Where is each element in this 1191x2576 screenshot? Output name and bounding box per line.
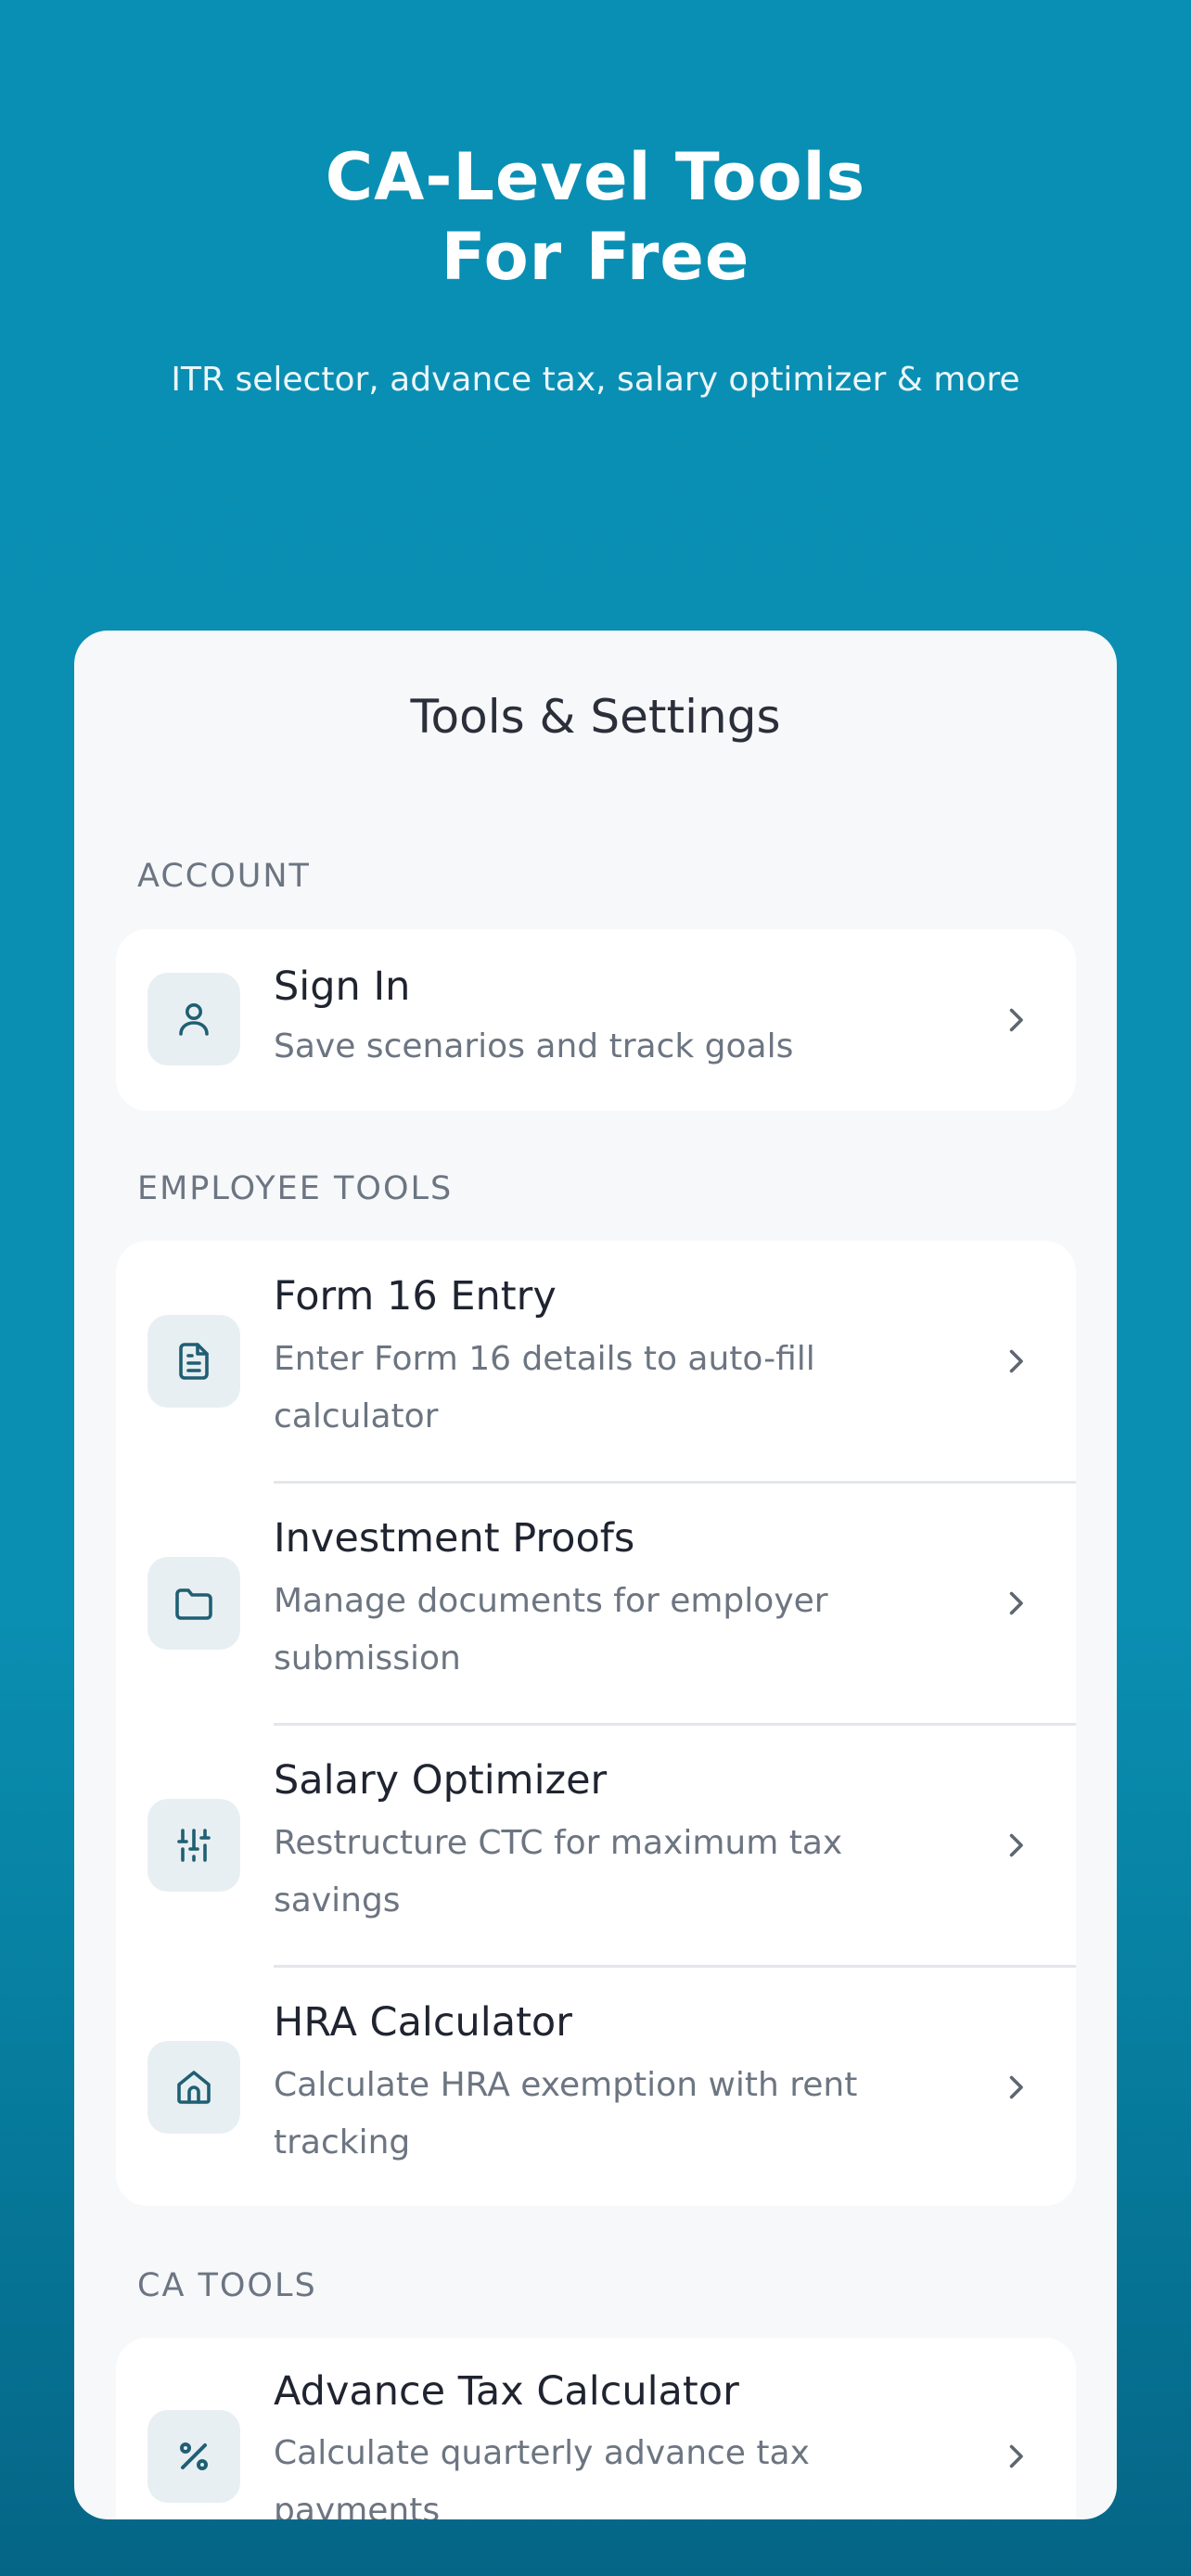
employee-tools-card: Form 16 Entry Enter Form 16 details to a…	[116, 1241, 1076, 2206]
section-label-employee-tools: EMPLOYEE TOOLS	[137, 1170, 454, 1207]
section-label-ca-tools: CA TOOLS	[137, 2267, 317, 2304]
row-title: Investment Proofs	[274, 1515, 635, 1562]
chevron-right-icon	[997, 1001, 1034, 1039]
percent-icon	[147, 2410, 240, 2503]
home-icon	[147, 2041, 240, 2134]
tools-settings-sheet: Tools & Settings ACCOUNT Sign In Save sc…	[74, 631, 1117, 2519]
hero-title-line-1: CA-Level Tools	[325, 139, 866, 215]
hra-calculator-row[interactable]: HRA Calculator Calculate HRA exemption w…	[116, 1967, 1076, 2206]
folder-icon	[147, 1557, 240, 1650]
chevron-right-icon	[997, 2438, 1034, 2475]
ca-tools-card: Advance Tax Calculator Calculate quarter…	[116, 2338, 1076, 2519]
row-title: Advance Tax Calculator	[274, 2368, 739, 2415]
sliders-icon	[147, 1799, 240, 1892]
row-title: Sign In	[274, 963, 411, 1010]
row-description: Restructure CTC for maximum tax savings	[274, 1824, 843, 1919]
account-card: Sign In Save scenarios and track goals	[116, 929, 1076, 1111]
hero-title-line-2: For Free	[441, 219, 750, 295]
hero-subtitle: ITR selector, advance tax, salary optimi…	[171, 361, 1020, 399]
hero-title: CA-Level Tools For Free	[0, 137, 1191, 297]
advance-tax-calculator-row[interactable]: Advance Tax Calculator Calculate quarter…	[116, 2338, 1076, 2519]
salary-optimizer-row[interactable]: Salary Optimizer Restructure CTC for max…	[116, 1725, 1076, 1967]
investment-proofs-row[interactable]: Investment Proofs Manage documents for e…	[116, 1483, 1076, 1725]
chevron-right-icon	[997, 2069, 1034, 2106]
row-description: Enter Form 16 details to auto-fill calcu…	[274, 1340, 815, 1435]
row-title: HRA Calculator	[274, 1999, 572, 2046]
row-title: Salary Optimizer	[274, 1757, 608, 1804]
section-label-account: ACCOUNT	[137, 858, 311, 895]
sign-in-row[interactable]: Sign In Save scenarios and track goals	[116, 929, 1076, 1111]
row-title: Form 16 Entry	[274, 1273, 557, 1320]
row-description: Manage documents for employer submission	[274, 1582, 828, 1677]
user-icon	[147, 973, 240, 1065]
row-description: Calculate quarterly advance tax payments	[274, 2434, 810, 2519]
row-description: Calculate HRA exemption with rent tracki…	[274, 2066, 858, 2162]
chevron-right-icon	[997, 1585, 1034, 1622]
chevron-right-icon	[997, 1827, 1034, 1864]
sheet-title: Tools & Settings	[410, 690, 781, 744]
row-description: Save scenarios and track goals	[274, 1027, 794, 1065]
chevron-right-icon	[997, 1343, 1034, 1380]
document-icon	[147, 1315, 240, 1408]
form-16-entry-row[interactable]: Form 16 Entry Enter Form 16 details to a…	[116, 1241, 1076, 1483]
